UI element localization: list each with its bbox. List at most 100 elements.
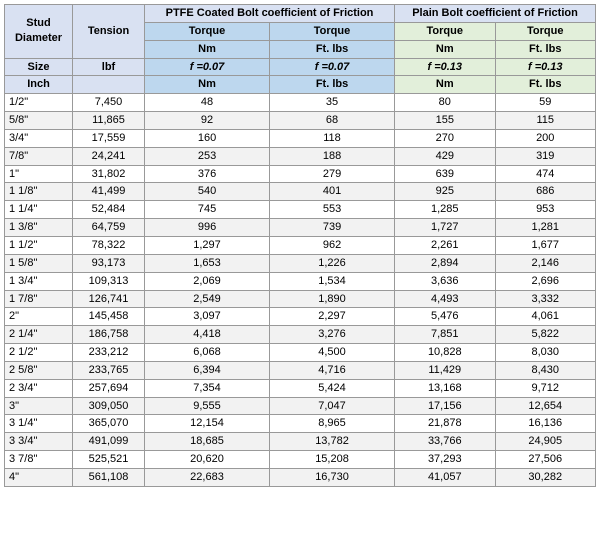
header-plain-f1: f =0.13 — [395, 58, 495, 76]
cell-ptfe-nm: 18,685 — [145, 433, 270, 451]
cell-ptfe-ftlbs: 3,276 — [270, 326, 395, 344]
header-row-4: Size lbf f =0.07 f =0.07 f =0.13 f =0.13 — [5, 58, 596, 76]
table-row: 5/8" 11,865 92 68 155 115 — [5, 112, 596, 130]
cell-size: 1 1/2" — [5, 236, 73, 254]
cell-ptfe-nm: 996 — [145, 219, 270, 237]
table-row: 1/2" 7,450 48 35 80 59 — [5, 94, 596, 112]
cell-plain-ftlbs: 5,822 — [495, 326, 596, 344]
table-row: 1 1/8" 41,499 540 401 925 686 — [5, 183, 596, 201]
header-plain-torque2: Torque — [495, 22, 596, 40]
cell-plain-nm: 1,727 — [395, 219, 495, 237]
cell-ptfe-ftlbs: 553 — [270, 201, 395, 219]
cell-ptfe-nm: 48 — [145, 94, 270, 112]
cell-tension: 24,241 — [73, 147, 145, 165]
cell-size: 5/8" — [5, 112, 73, 130]
cell-ptfe-ftlbs: 8,965 — [270, 415, 395, 433]
cell-ptfe-ftlbs: 7,047 — [270, 397, 395, 415]
cell-plain-ftlbs: 27,506 — [495, 451, 596, 469]
cell-plain-nm: 37,293 — [395, 451, 495, 469]
cell-plain-ftlbs: 59 — [495, 94, 596, 112]
cell-plain-nm: 639 — [395, 165, 495, 183]
cell-tension: 78,322 — [73, 236, 145, 254]
cell-plain-nm: 21,878 — [395, 415, 495, 433]
header-inch-tension — [73, 76, 145, 94]
cell-plain-ftlbs: 1,677 — [495, 236, 596, 254]
cell-size: 7/8" — [5, 147, 73, 165]
cell-ptfe-ftlbs: 13,782 — [270, 433, 395, 451]
cell-plain-nm: 3,636 — [395, 272, 495, 290]
cell-size: 1 1/4" — [5, 201, 73, 219]
cell-plain-ftlbs: 9,712 — [495, 379, 596, 397]
cell-plain-nm: 80 — [395, 94, 495, 112]
cell-plain-nm: 10,828 — [395, 344, 495, 362]
cell-ptfe-nm: 745 — [145, 201, 270, 219]
cell-size: 2 1/4" — [5, 326, 73, 344]
table-row: 1 1/4" 52,484 745 553 1,285 953 — [5, 201, 596, 219]
cell-ptfe-ftlbs: 35 — [270, 94, 395, 112]
cell-plain-ftlbs: 16,136 — [495, 415, 596, 433]
cell-size: 1 5/8" — [5, 254, 73, 272]
cell-ptfe-nm: 1,297 — [145, 236, 270, 254]
cell-tension: 491,099 — [73, 433, 145, 451]
header-size-label: Size — [5, 58, 73, 76]
header-stud-diameter: Stud Diameter — [5, 5, 73, 59]
cell-plain-nm: 7,851 — [395, 326, 495, 344]
cell-tension: 233,212 — [73, 344, 145, 362]
cell-plain-ftlbs: 115 — [495, 112, 596, 130]
header-plain-group: Plain Bolt coefficient of Friction — [395, 5, 596, 23]
cell-tension: 52,484 — [73, 201, 145, 219]
cell-ptfe-ftlbs: 401 — [270, 183, 395, 201]
header-plain-ftlbs2: Ft. lbs — [495, 76, 596, 94]
cell-ptfe-nm: 253 — [145, 147, 270, 165]
cell-ptfe-ftlbs: 16,730 — [270, 468, 395, 486]
cell-ptfe-nm: 160 — [145, 129, 270, 147]
cell-ptfe-nm: 6,394 — [145, 361, 270, 379]
cell-ptfe-ftlbs: 1,226 — [270, 254, 395, 272]
cell-plain-ftlbs: 30,282 — [495, 468, 596, 486]
cell-ptfe-nm: 1,653 — [145, 254, 270, 272]
cell-size: 3" — [5, 397, 73, 415]
table-row: 1 3/4" 109,313 2,069 1,534 3,636 2,696 — [5, 272, 596, 290]
header-ptfe-ftlbs: Ft. lbs — [270, 40, 395, 58]
cell-ptfe-nm: 22,683 — [145, 468, 270, 486]
table-row: 3/4" 17,559 160 118 270 200 — [5, 129, 596, 147]
header-ptfe-nm2: Nm — [145, 76, 270, 94]
cell-size: 3/4" — [5, 129, 73, 147]
cell-plain-ftlbs: 2,146 — [495, 254, 596, 272]
cell-ptfe-ftlbs: 962 — [270, 236, 395, 254]
cell-ptfe-ftlbs: 5,424 — [270, 379, 395, 397]
cell-ptfe-nm: 540 — [145, 183, 270, 201]
cell-plain-nm: 1,285 — [395, 201, 495, 219]
header-plain-nm2: Nm — [395, 76, 495, 94]
table-row: 3 1/4" 365,070 12,154 8,965 21,878 16,13… — [5, 415, 596, 433]
cell-plain-nm: 33,766 — [395, 433, 495, 451]
cell-plain-nm: 2,894 — [395, 254, 495, 272]
cell-tension: 126,741 — [73, 290, 145, 308]
cell-ptfe-ftlbs: 1,534 — [270, 272, 395, 290]
cell-ptfe-ftlbs: 1,890 — [270, 290, 395, 308]
cell-size: 1/2" — [5, 94, 73, 112]
cell-ptfe-nm: 2,069 — [145, 272, 270, 290]
cell-ptfe-nm: 7,354 — [145, 379, 270, 397]
table-row: 2 5/8" 233,765 6,394 4,716 11,429 8,430 — [5, 361, 596, 379]
cell-plain-ftlbs: 686 — [495, 183, 596, 201]
cell-plain-nm: 41,057 — [395, 468, 495, 486]
table-container: Stud Diameter Tension PTFE Coated Bolt c… — [0, 0, 600, 491]
cell-size: 2 1/2" — [5, 344, 73, 362]
header-row-1: Stud Diameter Tension PTFE Coated Bolt c… — [5, 5, 596, 23]
cell-tension: 41,499 — [73, 183, 145, 201]
cell-size: 2 3/4" — [5, 379, 73, 397]
header-ibf-label: lbf — [73, 58, 145, 76]
header-ptfe-f2: f =0.07 — [270, 58, 395, 76]
cell-tension: 93,173 — [73, 254, 145, 272]
table-row: 2 1/4" 186,758 4,418 3,276 7,851 5,822 — [5, 326, 596, 344]
cell-ptfe-ftlbs: 4,500 — [270, 344, 395, 362]
header-ptfe-ftlbs2: Ft. lbs — [270, 76, 395, 94]
cell-plain-ftlbs: 2,696 — [495, 272, 596, 290]
header-ptfe-group: PTFE Coated Bolt coefficient of Friction — [145, 5, 395, 23]
header-tension: Tension — [73, 5, 145, 59]
cell-tension: 11,865 — [73, 112, 145, 130]
cell-ptfe-ftlbs: 188 — [270, 147, 395, 165]
cell-ptfe-ftlbs: 68 — [270, 112, 395, 130]
header-plain-f2: f =0.13 — [495, 58, 596, 76]
